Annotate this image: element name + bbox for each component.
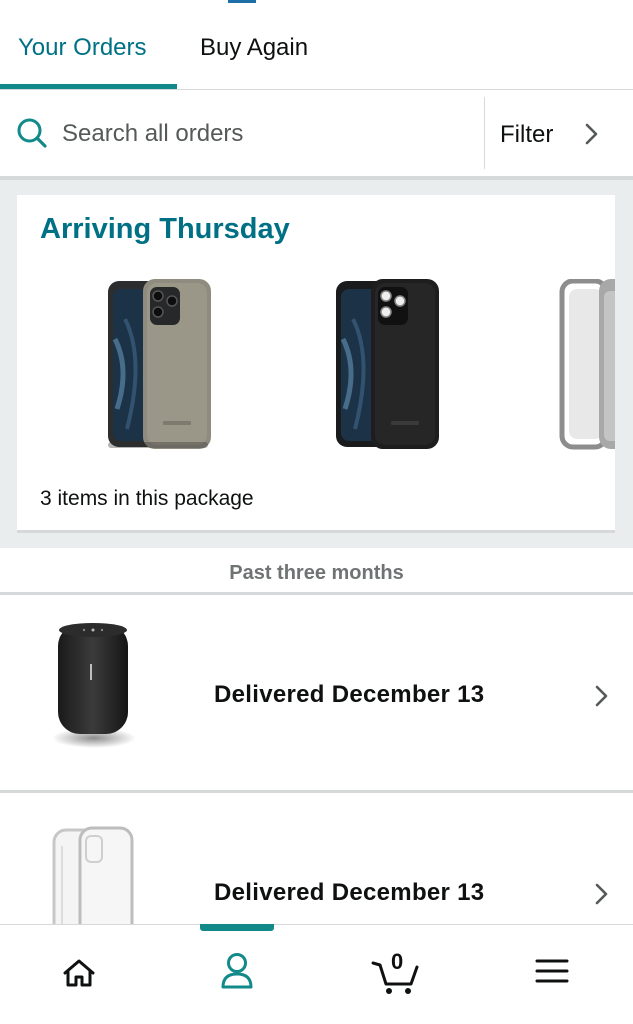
order-status: Delivered December 13 — [214, 879, 485, 906]
cart-count-badge: 0 — [391, 949, 404, 974]
status-bar-remnant — [228, 0, 256, 3]
order-row[interactable]: Delivered December 13 — [0, 598, 633, 793]
search-icon — [17, 118, 47, 148]
bottom-navigation: 0 — [0, 924, 633, 1024]
chevron-right-icon — [585, 123, 598, 145]
active-tab-underline — [0, 84, 177, 89]
chevron-right-icon — [595, 685, 608, 707]
filter-label: Filter — [500, 121, 554, 148]
tab-your-orders[interactable]: Your Orders — [18, 34, 147, 62]
product-image-smart-speaker — [52, 623, 136, 748]
search-input[interactable] — [62, 117, 472, 151]
search-divider — [484, 97, 485, 169]
product-image-clear-phone-case — [52, 826, 134, 924]
package-item-count: 3 items in this package — [40, 487, 254, 510]
nav-cart[interactable]: 0 — [367, 947, 427, 997]
arriving-title: Arriving Thursday — [40, 213, 290, 245]
arriving-package-card[interactable]: Arriving Thursday 3 items in this packag… — [17, 195, 615, 533]
section-header: Past three months — [0, 548, 633, 595]
nav-account[interactable] — [207, 947, 267, 997]
chevron-right-icon — [595, 883, 608, 905]
order-status: Delivered December 13 — [214, 681, 485, 708]
filter-button[interactable]: Filter — [486, 91, 633, 176]
product-image-phone-case-olive — [108, 279, 211, 449]
nav-menu[interactable] — [522, 947, 582, 997]
tab-buy-again[interactable]: Buy Again — [200, 34, 308, 62]
nav-home[interactable] — [49, 947, 109, 997]
active-nav-indicator — [200, 924, 274, 931]
product-image-phone-case-clear — [559, 279, 615, 450]
product-image-phone-case-black — [336, 279, 439, 449]
order-row[interactable]: Delivered December 13 — [0, 796, 633, 924]
menu-icon — [535, 959, 569, 983]
home-icon — [63, 959, 95, 987]
section-title: Past three months — [229, 562, 404, 584]
account-icon — [221, 953, 253, 989]
search-bar: Filter — [0, 91, 633, 176]
orders-tabs: Your Orders Buy Again — [0, 0, 633, 90]
